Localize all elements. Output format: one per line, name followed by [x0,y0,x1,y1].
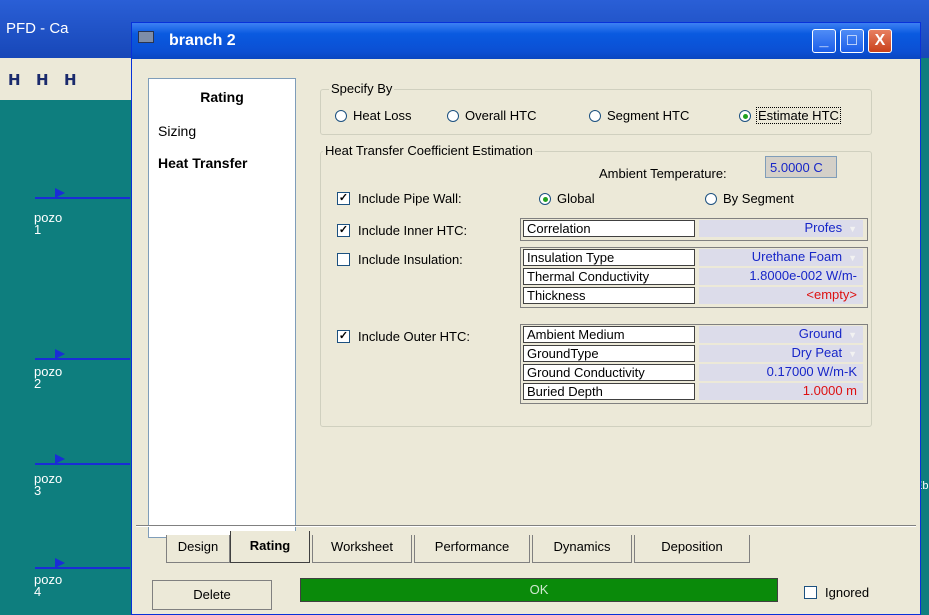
property-name: Buried Depth [523,383,695,400]
htc-estimation-label: Heat Transfer Coefficient Estimation [323,143,535,158]
close-button[interactable]: X [868,29,892,53]
chevron-down-icon[interactable]: ▼ [848,253,857,263]
tab-rating[interactable]: Rating [230,531,310,563]
thermal-conductivity-input[interactable]: 1.8000e-002 W/m- [699,268,863,285]
ambient-temperature-label: Ambient Temperature: [599,166,727,181]
insulation-type-dropdown[interactable]: Urethane Foam ▼ [699,249,863,266]
outer-htc-grid: Ambient Medium Ground ▼ GroundType Dry Pe… [520,324,868,404]
tab-performance[interactable]: Performance [414,535,530,563]
ambient-medium-dropdown[interactable]: Ground ▼ [699,326,863,343]
specify-by-label: Specify By [329,81,395,96]
dialog-titlebar[interactable]: branch 2 _ □ X [132,23,920,59]
table-row: Ground Conductivity 0.17000 W/m-K [521,363,867,382]
dialog-title: branch 2 [169,32,236,49]
stream-label[interactable]: pozo 1 [34,211,62,236]
thickness-input[interactable]: <empty> [699,287,863,304]
checkbox-unchecked-icon [337,253,350,266]
table-row: Correlation Profes ▼ [521,219,867,238]
stream-label[interactable]: pozo 3 [34,472,62,497]
ambient-temperature-input[interactable]: 5.0000 C [765,156,837,178]
property-name: GroundType [523,345,695,362]
ground-conductivity-input[interactable]: 0.17000 W/m-K [699,364,863,381]
property-name: Correlation [523,220,695,237]
arrow-right-icon [55,558,65,568]
ignored-checkbox[interactable]: Ignored [804,585,869,600]
radio-estimate-htc[interactable]: Estimate HTC [739,107,841,124]
stream-line[interactable] [35,358,130,360]
buried-depth-input[interactable]: 1.0000 m [699,383,863,400]
checkbox-unchecked-icon [804,586,817,599]
htc-estimation-group: Heat Transfer Coefficient Estimation Amb… [320,143,872,427]
table-row: GroundType Dry Peat ▼ [521,344,867,363]
radio-segment-htc[interactable]: Segment HTC [589,108,689,123]
table-row: Thickness <empty> [521,286,867,305]
include-inner-htc-checkbox[interactable]: ✓ Include Inner HTC: [337,223,467,238]
table-row: Thermal Conductivity 1.8000e-002 W/m- [521,267,867,286]
table-row: Insulation Type Urethane Foam ▼ [521,248,867,267]
radio-pipe-wall-global[interactable]: Global [539,191,595,206]
property-name: Ambient Medium [523,326,695,343]
chevron-down-icon[interactable]: ▼ [848,330,857,340]
include-insulation-checkbox[interactable]: Include Insulation: [337,252,463,267]
toolbar-tool-icon[interactable]: H [36,71,58,89]
stream-label[interactable]: pozo 2 [34,365,62,390]
delete-button[interactable]: Delete [152,580,272,610]
inner-htc-grid: Correlation Profes ▼ [520,218,868,241]
toolbar-tool-icon[interactable]: H [8,71,30,89]
checkbox-checked-icon: ✓ [337,192,350,205]
radio-heat-loss[interactable]: Heat Loss [335,108,412,123]
table-row: Ambient Medium Ground ▼ [521,325,867,344]
tab-design[interactable]: Design [166,535,230,563]
chevron-down-icon[interactable]: ▼ [848,349,857,359]
stream-label[interactable]: pozo 4 [34,573,62,598]
status-bar: OK [300,578,778,602]
stream-line[interactable] [35,463,130,465]
tab-deposition[interactable]: Deposition [634,535,750,563]
arrow-right-icon [55,454,65,464]
chevron-down-icon[interactable]: ▼ [848,224,857,234]
property-name: Thickness [523,287,695,304]
nav-item-heat-transfer[interactable]: Heat Transfer [158,155,247,171]
stream-line[interactable] [35,567,130,569]
maximize-button[interactable]: □ [840,29,864,53]
tab-dynamics[interactable]: Dynamics [532,535,632,563]
ground-type-dropdown[interactable]: Dry Peat ▼ [699,345,863,362]
toolbar-tool-icon[interactable]: H [64,71,86,89]
insulation-grid: Insulation Type Urethane Foam ▼ Thermal C… [520,247,868,308]
checkbox-checked-icon: ✓ [337,224,350,237]
pfd-toolbar: H H H [0,58,140,100]
nav-header[interactable]: Rating [149,89,295,105]
page-navigator: Rating Sizing Heat Transfer [148,78,296,538]
property-name: Ground Conductivity [523,364,695,381]
radio-overall-htc[interactable]: Overall HTC [447,108,537,123]
specify-by-group: Specify By Heat Loss Overall HTC Segment… [320,81,872,135]
nav-item-sizing[interactable]: Sizing [158,123,196,139]
tab-strip-line [136,525,916,527]
table-row: Buried Depth 1.0000 m [521,382,867,401]
tab-worksheet[interactable]: Worksheet [312,535,412,563]
branch-dialog: branch 2 _ □ X Rating Sizing Heat Transf… [131,22,921,615]
include-pipe-wall-checkbox[interactable]: ✓ Include Pipe Wall: [337,191,462,206]
stream-line[interactable] [35,197,130,199]
arrow-right-icon [55,188,65,198]
arrow-right-icon [55,349,65,359]
pfd-title: PFD - Ca [6,20,69,37]
property-name: Insulation Type [523,249,695,266]
property-name: Thermal Conductivity [523,268,695,285]
radio-pipe-wall-by-segment[interactable]: By Segment [705,191,794,206]
correlation-dropdown[interactable]: Profes ▼ [699,220,863,237]
window-icon[interactable] [138,31,154,43]
minimize-button[interactable]: _ [812,29,836,53]
checkbox-checked-icon: ✓ [337,330,350,343]
include-outer-htc-checkbox[interactable]: ✓ Include Outer HTC: [337,329,470,344]
